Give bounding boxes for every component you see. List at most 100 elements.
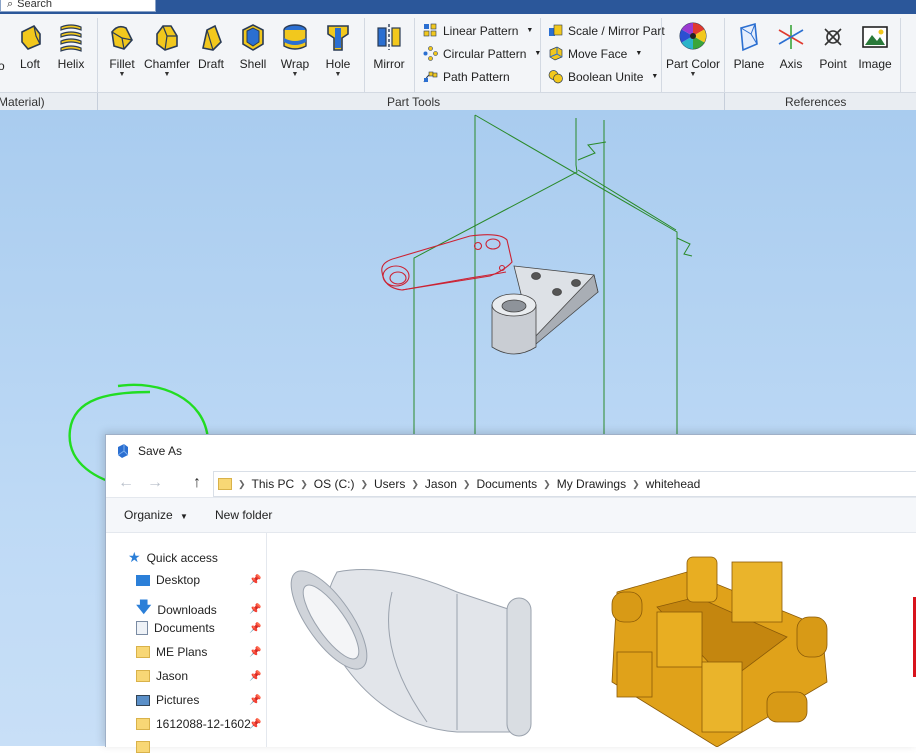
mirror-button[interactable]: Mirror xyxy=(367,22,411,71)
breadcrumb-whitehead[interactable]: whitehead xyxy=(646,477,701,491)
chevron-down-icon: ▼ xyxy=(163,71,171,78)
pin-icon[interactable]: 📌 xyxy=(249,604,261,615)
plane-icon xyxy=(740,22,758,52)
nav-item-downloads[interactable]: 🡇 Downloads 📌 xyxy=(136,597,261,622)
mirror-icon xyxy=(377,24,401,50)
nav-item-partial[interactable] xyxy=(136,741,150,753)
back-arrow-icon[interactable]: ← xyxy=(118,474,134,492)
chevron-down-icon: ▼ xyxy=(651,73,659,80)
linear-pattern-button[interactable]: Linear Pattern ▼ xyxy=(423,23,533,38)
nav-item-me-plans[interactable]: ME Plans 📌 xyxy=(136,645,261,659)
group-divider xyxy=(97,93,98,111)
loft-button[interactable]: Loft xyxy=(8,22,52,71)
save-as-dialog: Save As ← → ↑ ❯ This PC ❯ OS (C:) ❯ User… xyxy=(105,434,916,753)
star-icon: ★ xyxy=(128,549,141,565)
pin-icon[interactable]: 📌 xyxy=(249,623,261,634)
nav-item-1612088[interactable]: 1612088-12-1602 📌 xyxy=(136,717,261,731)
circular-pattern-button[interactable]: Circular Pattern ▼ xyxy=(423,46,541,61)
circular-pattern-icon xyxy=(423,46,438,61)
up-arrow-icon[interactable]: ↑ xyxy=(193,474,201,492)
path-pattern-button[interactable]: Path Pattern xyxy=(423,69,510,84)
file-thumbnails xyxy=(290,556,916,748)
pin-icon[interactable]: 📌 xyxy=(249,695,261,706)
boolean-unite-button[interactable]: Boolean Unite ▼ xyxy=(548,69,658,84)
axis-button[interactable]: Axis xyxy=(769,22,813,71)
pin-icon[interactable]: 📌 xyxy=(249,719,261,730)
search-placeholder: Search xyxy=(17,0,53,10)
ribbon-separator xyxy=(724,18,725,94)
pin-icon[interactable]: 📌 xyxy=(249,671,261,682)
point-label: Point xyxy=(819,57,847,71)
wrap-button[interactable]: Wrap ▼ xyxy=(273,22,317,79)
organize-button[interactable]: Organize ▼ xyxy=(124,508,188,522)
wrap-label: Wrap xyxy=(280,57,310,71)
move-face-button[interactable]: Move Face ▼ xyxy=(548,46,642,61)
scale-mirror-part-button[interactable]: Scale / Mirror Part xyxy=(548,23,665,38)
draft-button[interactable]: Draft xyxy=(189,22,233,71)
chevron-right-icon: ❯ xyxy=(543,478,551,489)
hole-icon xyxy=(327,25,349,51)
linear-pattern-icon xyxy=(423,23,437,37)
plane-label: Plane xyxy=(733,57,765,71)
part-color-button[interactable]: Part Color ▼ xyxy=(665,22,721,79)
scale-mirror-label: Scale / Mirror Part xyxy=(568,23,665,38)
folder-icon xyxy=(136,670,150,682)
loft-label: Loft xyxy=(19,57,40,71)
chamfer-label: Chamfer xyxy=(144,57,191,71)
chevron-down-icon: ▼ xyxy=(689,71,697,78)
new-folder-button[interactable]: New folder xyxy=(215,508,272,522)
search-input[interactable]: ⌕ Search xyxy=(0,0,156,12)
point-button[interactable]: Point xyxy=(811,22,855,71)
ribbon-separator xyxy=(661,18,662,94)
nav-item-pictures[interactable]: Pictures 📌 xyxy=(136,693,261,707)
nav-item-quick-access[interactable]: ★ Quick access xyxy=(128,549,218,566)
chevron-down-icon: ▼ xyxy=(526,27,534,34)
shell-icon xyxy=(242,24,264,51)
plane-button[interactable]: Plane xyxy=(727,22,771,71)
shell-button[interactable]: Shell xyxy=(231,22,275,71)
pin-icon[interactable]: 📌 xyxy=(249,647,261,658)
ribbon-separator xyxy=(97,18,98,94)
group-label-material: Material) xyxy=(0,95,45,109)
nav-label: Jason xyxy=(156,669,189,683)
chevron-down-icon: ▼ xyxy=(291,71,299,78)
group-label-part-tools: Part Tools xyxy=(387,95,441,109)
nav-item-desktop[interactable]: Desktop 📌 xyxy=(136,573,261,587)
helix-button[interactable]: Helix xyxy=(49,22,93,71)
color-wheel-icon xyxy=(679,22,707,50)
helix-label: Helix xyxy=(57,57,85,71)
documents-icon xyxy=(136,621,148,635)
boolean-unite-label: Boolean Unite xyxy=(568,69,644,84)
breadcrumb-os-c[interactable]: OS (C:) xyxy=(314,477,355,491)
dialog-title-bar: Save As xyxy=(116,443,182,459)
fillet-button[interactable]: Fillet ▼ xyxy=(100,22,144,79)
breadcrumb-my-drawings[interactable]: My Drawings xyxy=(557,477,626,491)
breadcrumb-documents[interactable]: Documents xyxy=(476,477,537,491)
nav-item-documents[interactable]: Documents 📌 xyxy=(136,621,261,635)
nav-label: ME Plans xyxy=(156,645,208,659)
ribbon: o Loft Helix Fillet ▼ Chamfer ▼ Draft Sh… xyxy=(0,14,916,97)
chevron-right-icon: ❯ xyxy=(360,478,368,489)
nav-label: Pictures xyxy=(156,693,200,707)
image-label: Image xyxy=(858,57,892,71)
loft-icon xyxy=(21,24,41,50)
breadcrumb-this-pc[interactable]: This PC xyxy=(252,477,295,491)
hole-button[interactable]: Hole ▼ xyxy=(316,22,360,79)
sketch-profile xyxy=(381,234,513,291)
ribbon-separator xyxy=(414,18,415,94)
chevron-down-icon: ▼ xyxy=(334,71,342,78)
pin-icon[interactable]: 📌 xyxy=(249,575,261,586)
breadcrumb-jason[interactable]: Jason xyxy=(425,477,457,491)
chevron-right-icon: ❯ xyxy=(300,478,308,489)
axis-label: Axis xyxy=(779,57,803,71)
circular-pattern-label: Circular Pattern xyxy=(443,46,527,61)
part-color-label: Part Color xyxy=(665,57,721,71)
breadcrumb[interactable]: ❯ This PC ❯ OS (C:) ❯ Users ❯ Jason ❯ Do… xyxy=(213,471,916,497)
chamfer-button[interactable]: Chamfer ▼ xyxy=(144,22,191,79)
forward-arrow-icon[interactable]: → xyxy=(147,474,163,492)
breadcrumb-users[interactable]: Users xyxy=(374,477,405,491)
nav-item-jason[interactable]: Jason 📌 xyxy=(136,669,261,683)
image-button[interactable]: Image xyxy=(853,22,897,71)
folder-icon xyxy=(218,478,232,490)
draft-label: Draft xyxy=(197,57,224,71)
